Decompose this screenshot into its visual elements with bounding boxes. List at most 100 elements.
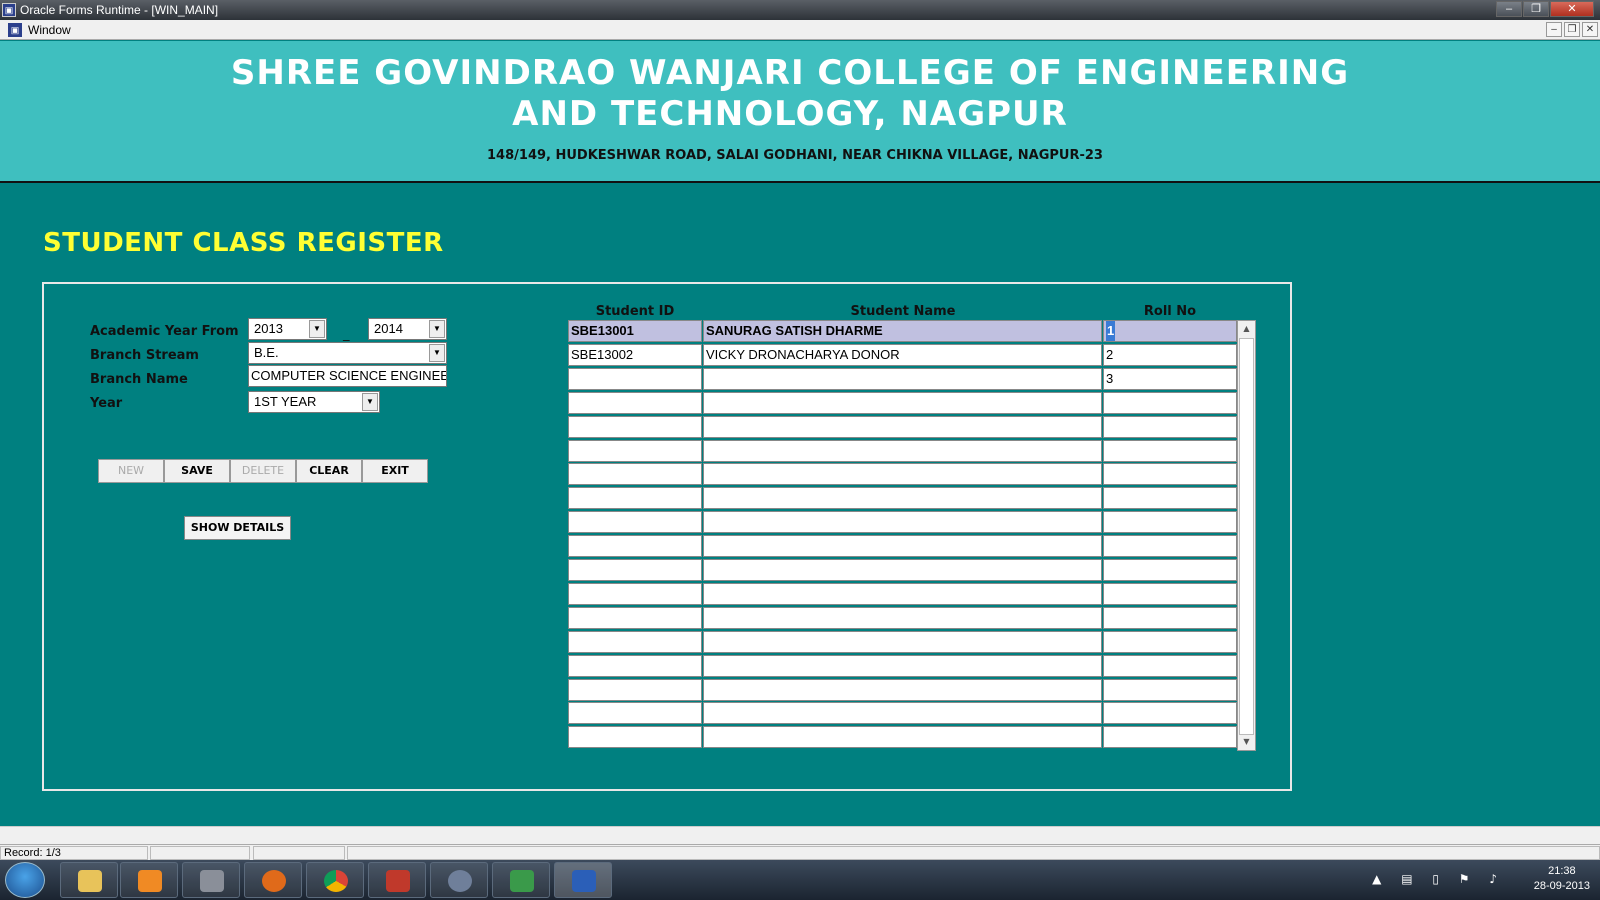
chrome-taskbar-icon[interactable] (306, 862, 364, 898)
clock[interactable]: 21:38 28-09-2013 (1534, 864, 1590, 894)
student-name-cell[interactable] (703, 582, 1102, 605)
student-name-cell[interactable] (703, 726, 1102, 749)
roll-no-cell[interactable] (1103, 702, 1237, 725)
student-name-cell[interactable] (703, 367, 1102, 390)
roll-no-cell[interactable] (1103, 535, 1237, 558)
table-row[interactable] (568, 391, 1237, 415)
student-id-cell[interactable]: SBE13001 (568, 320, 702, 342)
student-id-cell[interactable] (568, 415, 702, 438)
show-details-button[interactable]: SHOW DETAILS (184, 516, 291, 540)
student-name-cell[interactable] (703, 654, 1102, 677)
start-button-icon[interactable] (5, 862, 45, 898)
roll-no-cell[interactable] (1103, 511, 1237, 534)
table-row[interactable] (568, 606, 1237, 630)
table-row[interactable] (568, 559, 1237, 582)
student-id-cell[interactable] (568, 511, 702, 534)
table-row[interactable] (568, 415, 1237, 439)
student-name-cell[interactable] (703, 391, 1102, 414)
scroll-up-icon[interactable]: ▲ (1238, 321, 1255, 337)
student-id-cell[interactable] (568, 391, 702, 414)
student-id-cell[interactable] (568, 582, 702, 605)
navigator-taskbar-icon[interactable] (430, 862, 488, 898)
student-id-cell[interactable] (568, 606, 702, 629)
year-from-select[interactable]: 2013 ▼ (248, 318, 327, 340)
student-name-cell[interactable]: VICKY DRONACHARYA DONOR (703, 343, 1102, 366)
branch-stream-select[interactable]: B.E. ▼ (248, 342, 447, 364)
table-row[interactable] (568, 535, 1237, 558)
chevron-down-icon[interactable]: ▼ (309, 320, 325, 338)
student-name-cell[interactable] (703, 702, 1102, 725)
roll-no-cell[interactable] (1103, 726, 1237, 749)
table-row[interactable] (568, 678, 1237, 702)
branch-name-field[interactable]: COMPUTER SCIENCE ENGINEE (248, 365, 447, 387)
year-select[interactable]: 1ST YEAR ▼ (248, 391, 380, 413)
explorer-taskbar-icon[interactable] (60, 862, 118, 898)
table-row[interactable] (568, 702, 1237, 725)
system-tray-icons[interactable]: ▲ ▤ ▯ ⚑ ♪ (1372, 872, 1505, 886)
table-row[interactable] (568, 439, 1237, 463)
roll-no-cell[interactable]: 1 (1103, 320, 1237, 342)
terminal-taskbar-icon[interactable] (492, 862, 550, 898)
forms-builder-taskbar-icon[interactable] (368, 862, 426, 898)
student-id-cell[interactable]: SBE13002 (568, 343, 702, 366)
firefox-taskbar-icon[interactable] (244, 862, 302, 898)
student-name-cell[interactable] (703, 559, 1102, 581)
roll-no-cell[interactable] (1103, 582, 1237, 605)
chevron-down-icon[interactable]: ▼ (362, 393, 378, 411)
roll-no-cell[interactable] (1103, 606, 1237, 629)
student-id-cell[interactable] (568, 559, 702, 581)
roll-no-cell[interactable]: 3 (1103, 367, 1237, 390)
student-id-cell[interactable] (568, 487, 702, 510)
table-row[interactable]: SBE13001 SANURAG SATISH DHARME 1 (568, 320, 1237, 343)
menu-window[interactable]: Window (28, 23, 71, 37)
table-row[interactable]: SBE13002 VICKY DRONACHARYA DONOR 2 (568, 343, 1237, 367)
form-window-icon[interactable]: ▣ (8, 22, 22, 37)
roll-no-cell[interactable] (1103, 391, 1237, 414)
minimize-icon[interactable]: – (1496, 1, 1522, 17)
scroll-down-icon[interactable]: ▼ (1238, 734, 1255, 750)
student-id-cell[interactable] (568, 726, 702, 749)
student-name-cell[interactable] (703, 487, 1102, 510)
student-id-cell[interactable] (568, 463, 702, 486)
table-row[interactable] (568, 654, 1237, 678)
exit-button[interactable]: EXIT (362, 459, 428, 483)
roll-no-cell[interactable] (1103, 439, 1237, 462)
student-name-cell[interactable] (703, 511, 1102, 534)
mdi-restore-icon[interactable]: ❐ (1564, 22, 1580, 37)
chevron-down-icon[interactable]: ▼ (429, 320, 445, 338)
roll-no-cell[interactable] (1103, 559, 1237, 581)
student-name-cell[interactable] (703, 630, 1102, 653)
table-row[interactable] (568, 582, 1237, 606)
roll-no-cell[interactable] (1103, 415, 1237, 438)
roll-no-cell[interactable] (1103, 463, 1237, 486)
student-name-cell[interactable] (703, 535, 1102, 558)
table-row[interactable] (568, 630, 1237, 654)
student-name-cell[interactable] (703, 415, 1102, 438)
table-row[interactable] (568, 726, 1237, 749)
student-name-cell[interactable] (703, 463, 1102, 486)
student-id-cell[interactable] (568, 678, 702, 701)
roll-no-cell[interactable]: 2 (1103, 343, 1237, 366)
student-id-cell[interactable] (568, 439, 702, 462)
mdi-close-icon[interactable]: ✕ (1582, 22, 1598, 37)
table-row[interactable] (568, 487, 1237, 510)
restore-icon[interactable]: ❐ (1523, 1, 1549, 17)
student-name-cell[interactable]: SANURAG SATISH DHARME (703, 320, 1102, 342)
student-name-cell[interactable] (703, 439, 1102, 462)
mdi-minimize-icon[interactable]: – (1546, 22, 1562, 37)
chevron-down-icon[interactable]: ▼ (429, 344, 445, 362)
student-id-cell[interactable] (568, 654, 702, 677)
table-row[interactable] (568, 463, 1237, 486)
grid-scrollbar[interactable]: ▲ ▼ (1237, 320, 1256, 751)
year-to-select[interactable]: 2014 ▼ (368, 318, 447, 340)
student-name-cell[interactable] (703, 678, 1102, 701)
student-id-cell[interactable] (568, 367, 702, 390)
clear-button[interactable]: CLEAR (296, 459, 362, 483)
new-button[interactable]: NEW (98, 459, 164, 483)
roll-no-cell[interactable] (1103, 487, 1237, 510)
scroll-thumb[interactable] (1239, 338, 1254, 735)
student-id-cell[interactable] (568, 535, 702, 558)
student-id-cell[interactable] (568, 702, 702, 725)
student-id-cell[interactable] (568, 630, 702, 653)
roll-no-cell[interactable] (1103, 654, 1237, 677)
